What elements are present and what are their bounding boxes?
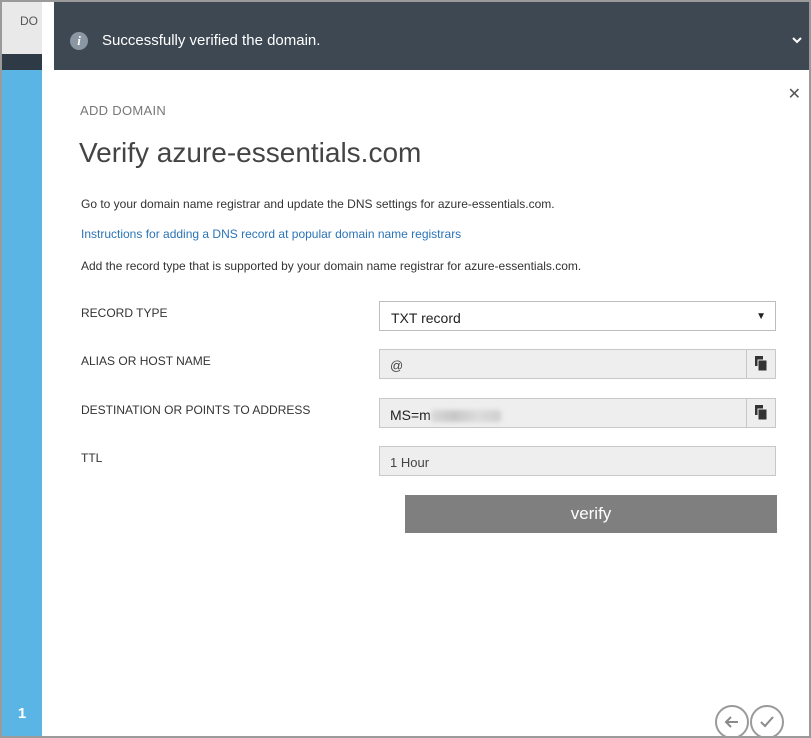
wizard-step-rail: 1 — [2, 70, 42, 736]
info-icon: i — [70, 32, 88, 50]
close-icon[interactable]: ✕ — [788, 87, 801, 103]
notification-message: Successfully verified the domain. — [102, 32, 321, 49]
ttl-field[interactable]: 1 Hour — [379, 446, 776, 476]
alias-value: @ — [390, 358, 404, 373]
copy-destination-button[interactable] — [746, 399, 775, 427]
complete-button[interactable] — [750, 705, 784, 736]
copy-icon — [755, 405, 767, 420]
destination-field[interactable]: MS=m — [379, 398, 776, 428]
instruction-text: Go to your domain name registrar and upd… — [81, 197, 555, 211]
record-type-select[interactable]: TXT record ▼ — [379, 301, 776, 331]
chevron-down-icon[interactable] — [789, 32, 805, 48]
copy-icon — [755, 356, 767, 371]
registrar-instructions-link[interactable]: Instructions for adding a DNS record at … — [81, 226, 461, 242]
dialog-title: Verify azure-essentials.com — [79, 137, 422, 168]
destination-value-wrap: MS=m — [390, 407, 501, 423]
destination-value: MS=m — [390, 407, 431, 423]
destination-label: DESTINATION OR POINTS TO ADDRESS — [81, 403, 311, 417]
ttl-label: TTL — [81, 451, 103, 465]
dialog-subtitle: ADD DOMAIN — [80, 103, 167, 118]
record-type-note: Add the record type that is supported by… — [81, 259, 582, 273]
back-button[interactable] — [715, 705, 749, 736]
alias-field[interactable]: @ — [379, 349, 776, 379]
redacted-value — [430, 410, 501, 423]
copy-alias-button[interactable] — [746, 350, 775, 378]
record-type-label: RECORD TYPE — [81, 306, 168, 320]
wizard-step-number: 1 — [17, 705, 27, 722]
ttl-value: 1 Hour — [390, 455, 430, 470]
dropdown-arrow-icon: ▼ — [756, 311, 766, 322]
background-tab-label: DO — [20, 14, 38, 28]
notification-bar: i Successfully verified the domain. — [54, 2, 809, 70]
arrow-left-icon — [724, 716, 738, 728]
checkmark-icon — [760, 716, 774, 728]
background-strip — [2, 54, 42, 70]
alias-label: ALIAS OR HOST NAME — [81, 354, 211, 368]
record-type-value: TXT record — [391, 310, 461, 326]
screenshot-frame: DO 1 i Successfully verified the domain.… — [0, 0, 811, 738]
verify-button[interactable]: verify — [405, 495, 777, 533]
